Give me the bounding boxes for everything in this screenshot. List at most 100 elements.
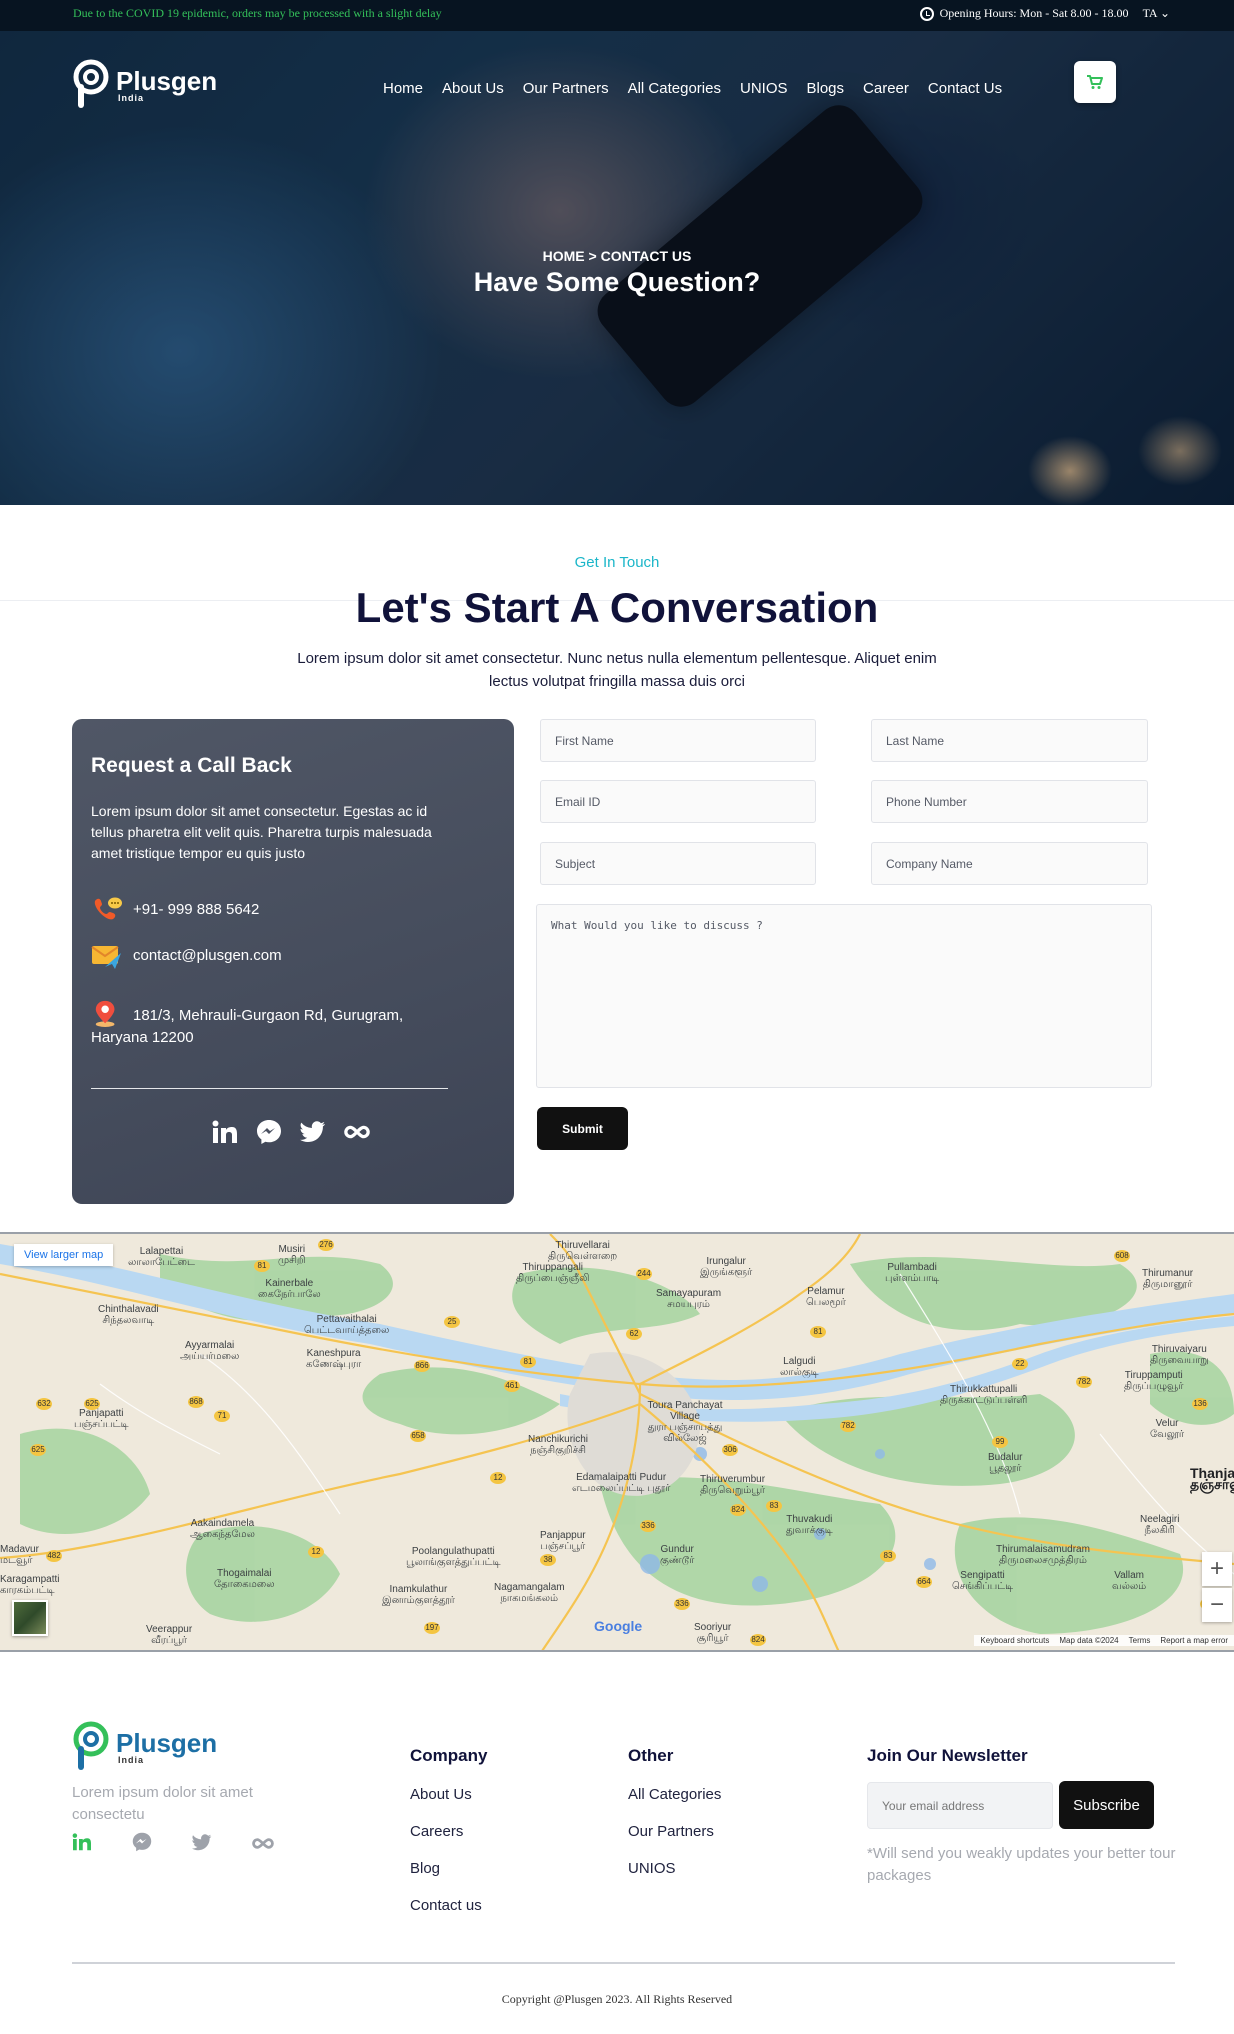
newsletter-heading: Join Our Newsletter	[867, 1746, 1028, 1765]
footer-link-blog[interactable]: Blog	[410, 1860, 440, 1877]
section-title: Let's Start A Conversation	[355, 584, 879, 631]
map-place: Pettavaithalai பெட்டவாய்த்தலை	[304, 1314, 390, 1336]
road-shield: 81	[254, 1260, 270, 1272]
map-place: Musiri முசிறி	[278, 1244, 306, 1266]
footer-logo[interactable]: Plusgen India	[72, 1720, 217, 1774]
contact-address[interactable]: 181/3, Mehrauli-Gurgaon Rd, Gurugram, Ha…	[91, 999, 451, 1049]
road-shield: 38	[540, 1554, 556, 1566]
subscribe-button[interactable]: Subscribe	[1059, 1781, 1154, 1829]
terms-link[interactable]: Terms	[1129, 1636, 1151, 1645]
map-place: Thirumalaisamudram திருமலைசமுத்திரம்	[996, 1544, 1090, 1566]
newsletter-email-input[interactable]	[867, 1782, 1053, 1829]
callback-divider	[91, 1088, 448, 1089]
map-place: Thogaimalai தோகைமலை	[214, 1568, 275, 1590]
messenger-icon[interactable]	[256, 1119, 282, 1145]
map-place: Chinthalavadi சிந்தலவாடி	[98, 1304, 159, 1326]
first-name-field[interactable]	[540, 719, 816, 762]
nav-our-partners[interactable]: Our Partners	[523, 80, 609, 97]
map-place: Toura Panchayat Village துரா பஞ்சாயத்து வ…	[647, 1400, 723, 1444]
nav-unios[interactable]: UNIOS	[740, 80, 788, 97]
map-place: Sengipatti செங்கிப்பட்டி	[952, 1570, 1014, 1592]
contact-email[interactable]: contact@plusgen.com	[91, 941, 282, 969]
map-place: Nanchikurichi நஞ்சிகுறிச்சி	[528, 1434, 589, 1456]
view-larger-map-link[interactable]: View larger map	[14, 1244, 114, 1266]
map-place: Nagamangalam நாகமங்கலம்	[494, 1582, 565, 1604]
linkedin-icon[interactable]	[72, 1833, 92, 1855]
zoom-out-button[interactable]: −	[1202, 1588, 1232, 1622]
map-place: Veerappur வீரப்பூர்	[146, 1624, 193, 1646]
cart-icon	[1087, 75, 1103, 89]
linkedin-icon[interactable]	[212, 1119, 238, 1145]
brand-logo[interactable]: Plusgen India	[72, 58, 217, 112]
road-shield: 664	[916, 1576, 932, 1588]
map-place: Thiruppangali திருப்பைஞ்ஞீலி	[516, 1262, 590, 1284]
footer-link-unios[interactable]: UNIOS	[628, 1860, 676, 1877]
infinity-icon[interactable]	[344, 1119, 370, 1145]
road-shield: 782	[1076, 1376, 1092, 1388]
map-place: Madavur மடவூர்	[0, 1544, 39, 1566]
language-selector[interactable]: TA ⌄	[1143, 6, 1170, 21]
twitter-icon[interactable]	[192, 1833, 212, 1855]
road-shield: 306	[722, 1444, 738, 1456]
road-shield: 625	[84, 1398, 100, 1410]
road-shield: 81	[520, 1356, 536, 1368]
footer-description: Lorem ipsum dolor sit amet consectetu	[72, 1784, 253, 1823]
footer-divider	[72, 1962, 1175, 1964]
last-name-field[interactable]	[871, 719, 1148, 762]
report-map-error-link[interactable]: Report a map error	[1160, 1636, 1228, 1645]
map-place: Thiruvaiyaru திருவையாறு	[1150, 1344, 1209, 1366]
map-place: Thiruverumbur திருவெறும்பூர்	[700, 1474, 766, 1496]
company-name-field[interactable]	[871, 842, 1148, 885]
road-shield: 461	[504, 1380, 520, 1392]
messenger-icon[interactable]	[132, 1832, 152, 1856]
nav-contact-us[interactable]: Contact Us	[928, 80, 1002, 97]
nav-blogs[interactable]: Blogs	[807, 80, 845, 97]
keyboard-shortcuts-link[interactable]: Keyboard shortcuts	[980, 1636, 1049, 1645]
opening-hours: Opening Hours: Mon - Sat 8.00 - 18.00 TA…	[919, 6, 1170, 21]
footer-link-all-categories[interactable]: All Categories	[628, 1786, 721, 1803]
map-place: Samayapuram சமயபுரம்	[656, 1288, 722, 1310]
contact-phone[interactable]: +91- 999 888 5642	[91, 895, 259, 923]
section-eyebrow: Get In Touch	[574, 554, 660, 571]
road-shield: 244	[636, 1268, 652, 1280]
footer-link-about-us[interactable]: About Us	[410, 1786, 472, 1803]
phone-field[interactable]	[871, 780, 1148, 823]
newsletter-note: *Will send you weakly updates your bette…	[867, 1845, 1176, 1884]
map-place: Pullambadi புள்ளம்பாடி	[885, 1262, 940, 1284]
email-field[interactable]	[540, 780, 816, 823]
road-shield: 782	[840, 1420, 856, 1432]
copyright: Copyright @Plusgen 2023. All Rights Rese…	[501, 1992, 733, 2006]
road-shield: 81	[810, 1326, 826, 1338]
road-shield: 482	[46, 1550, 62, 1562]
road-shield: 824	[730, 1504, 746, 1516]
infinity-icon[interactable]	[252, 1835, 274, 1854]
footer-link-our-partners[interactable]: Our Partners	[628, 1823, 714, 1840]
footer-link-careers[interactable]: Careers	[410, 1823, 463, 1840]
brand-name: Plusgen	[116, 65, 218, 96]
road-shield: 12	[308, 1546, 324, 1558]
logo-mark-icon	[73, 59, 109, 108]
map-attribution: Keyboard shortcuts Map data ©2024 Terms …	[974, 1635, 1234, 1646]
submit-button[interactable]: Submit	[537, 1107, 628, 1150]
footer-company-heading: Company	[410, 1746, 488, 1765]
map-layer-toggle[interactable]	[12, 1600, 48, 1636]
road-shield: 62	[626, 1328, 642, 1340]
zoom-in-button[interactable]: +	[1202, 1552, 1232, 1586]
nav-career[interactable]: Career	[863, 80, 909, 97]
message-field[interactable]	[536, 904, 1152, 1088]
google-logo: Google	[594, 1618, 643, 1634]
road-shield: 71	[214, 1410, 230, 1422]
brand-sub: India	[118, 92, 145, 103]
subject-field[interactable]	[540, 842, 816, 885]
chevron-down-icon: ⌄	[1159, 6, 1170, 20]
road-shield: 83	[766, 1500, 782, 1512]
footer-socials	[72, 1832, 274, 1856]
hero-title: Have Some Question?	[473, 267, 761, 297]
nav-home[interactable]: Home	[383, 80, 423, 97]
twitter-icon[interactable]	[300, 1119, 326, 1145]
nav-about-us[interactable]: About Us	[442, 80, 504, 97]
location-map[interactable]: View larger map Lalapettai லாலாபேட்டை Mus…	[0, 1232, 1234, 1652]
nav-all-categories[interactable]: All Categories	[628, 80, 721, 97]
cart-button[interactable]	[1074, 61, 1116, 103]
footer-link-contact-us[interactable]: Contact us	[410, 1897, 482, 1914]
